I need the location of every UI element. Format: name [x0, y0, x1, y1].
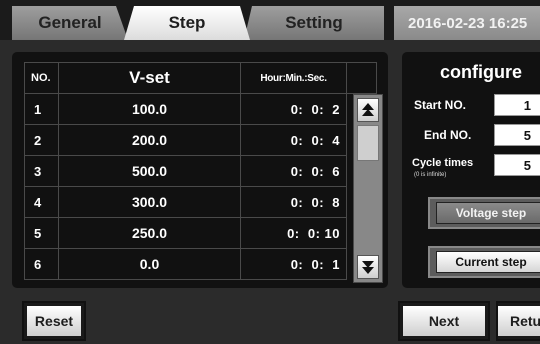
scroll-thumb[interactable]: [357, 125, 379, 161]
row-vset[interactable]: 300.0: [58, 186, 241, 218]
tab-step[interactable]: Step: [124, 6, 250, 40]
configure-title: configure: [440, 62, 523, 82]
table-row[interactable]: 1 100.0 0: 0: 2: [24, 93, 377, 125]
table-row[interactable]: 3 500.0 0: 0: 6: [24, 155, 377, 187]
row-vset[interactable]: 250.0: [58, 217, 241, 249]
scroll-down-button[interactable]: [357, 255, 379, 279]
end-no-field[interactable]: 5: [494, 124, 540, 146]
step-table: NO. V-set Hour:Min.:Sec. 1 100.0 0: 0: 2…: [24, 62, 377, 280]
top-bar: General Setting Step 2016-02-23 16:25: [0, 0, 540, 40]
end-no-label: End NO.: [424, 128, 472, 142]
start-no-label: Start NO.: [414, 98, 467, 112]
column-header-scroll: [346, 62, 377, 94]
row-no: 3: [24, 155, 59, 187]
row-time[interactable]: 0: 0: 8: [240, 186, 347, 218]
table-row[interactable]: 2 200.0 0: 0: 4: [24, 124, 377, 156]
datetime-display: 2016-02-23 16:25: [394, 6, 540, 40]
cycle-times-hint: (0 is infinite): [414, 172, 447, 178]
row-no: 2: [24, 124, 59, 156]
current-step-button[interactable]: Current step: [428, 246, 540, 278]
scroll-up-button[interactable]: [357, 98, 379, 122]
table-header-row: NO. V-set Hour:Min.:Sec.: [24, 62, 377, 94]
table-row[interactable]: 5 250.0 0: 0: 10: [24, 217, 377, 249]
next-button-label: Next: [403, 306, 485, 336]
scroll-up-arrow-icon: [362, 103, 374, 116]
row-no: 5: [24, 217, 59, 249]
start-no-field[interactable]: 1: [494, 94, 540, 116]
return-button-label: Return: [498, 306, 540, 336]
row-no: 4: [24, 186, 59, 218]
step-config-screen: General Setting Step 2016-02-23 16:25 NO…: [0, 0, 540, 344]
scroll-down-arrow-icon: [362, 261, 374, 274]
column-header-no: NO.: [24, 62, 59, 94]
table-row[interactable]: 4 300.0 0: 0: 8: [24, 186, 377, 218]
column-header-time: Hour:Min.:Sec.: [240, 62, 347, 94]
voltage-step-label: Voltage step: [436, 202, 540, 224]
row-vset[interactable]: 100.0: [58, 93, 241, 125]
reset-button[interactable]: Reset: [22, 301, 86, 341]
return-button[interactable]: Return: [496, 301, 540, 341]
row-time[interactable]: 0: 0: 1: [240, 248, 347, 280]
reset-button-label: Reset: [27, 306, 81, 336]
row-vset[interactable]: 500.0: [58, 155, 241, 187]
cycle-times-field[interactable]: 5: [494, 154, 540, 176]
configure-panel: configure Start NO. 1 End NO. 5 Cycle ti…: [402, 52, 540, 288]
row-no: 1: [24, 93, 59, 125]
next-button[interactable]: Next: [398, 301, 490, 341]
current-step-label: Current step: [436, 251, 540, 273]
row-time[interactable]: 0: 0: 10: [240, 217, 347, 249]
column-header-vset: V-set: [58, 62, 241, 94]
tab-general[interactable]: General: [12, 6, 128, 40]
voltage-step-button[interactable]: Voltage step: [428, 197, 540, 229]
cycle-times-label: Cycle times: [412, 157, 474, 169]
table-row[interactable]: 6 0.0 0: 0: 1: [24, 248, 377, 280]
step-table-panel: NO. V-set Hour:Min.:Sec. 1 100.0 0: 0: 2…: [12, 52, 388, 288]
row-time[interactable]: 0: 0: 2: [240, 93, 347, 125]
row-vset[interactable]: 0.0: [58, 248, 241, 280]
row-no: 6: [24, 248, 59, 280]
table-scrollbar[interactable]: [353, 94, 383, 283]
row-time[interactable]: 0: 0: 6: [240, 155, 347, 187]
row-time[interactable]: 0: 0: 4: [240, 124, 347, 156]
row-vset[interactable]: 200.0: [58, 124, 241, 156]
tab-setting[interactable]: Setting: [244, 6, 384, 40]
